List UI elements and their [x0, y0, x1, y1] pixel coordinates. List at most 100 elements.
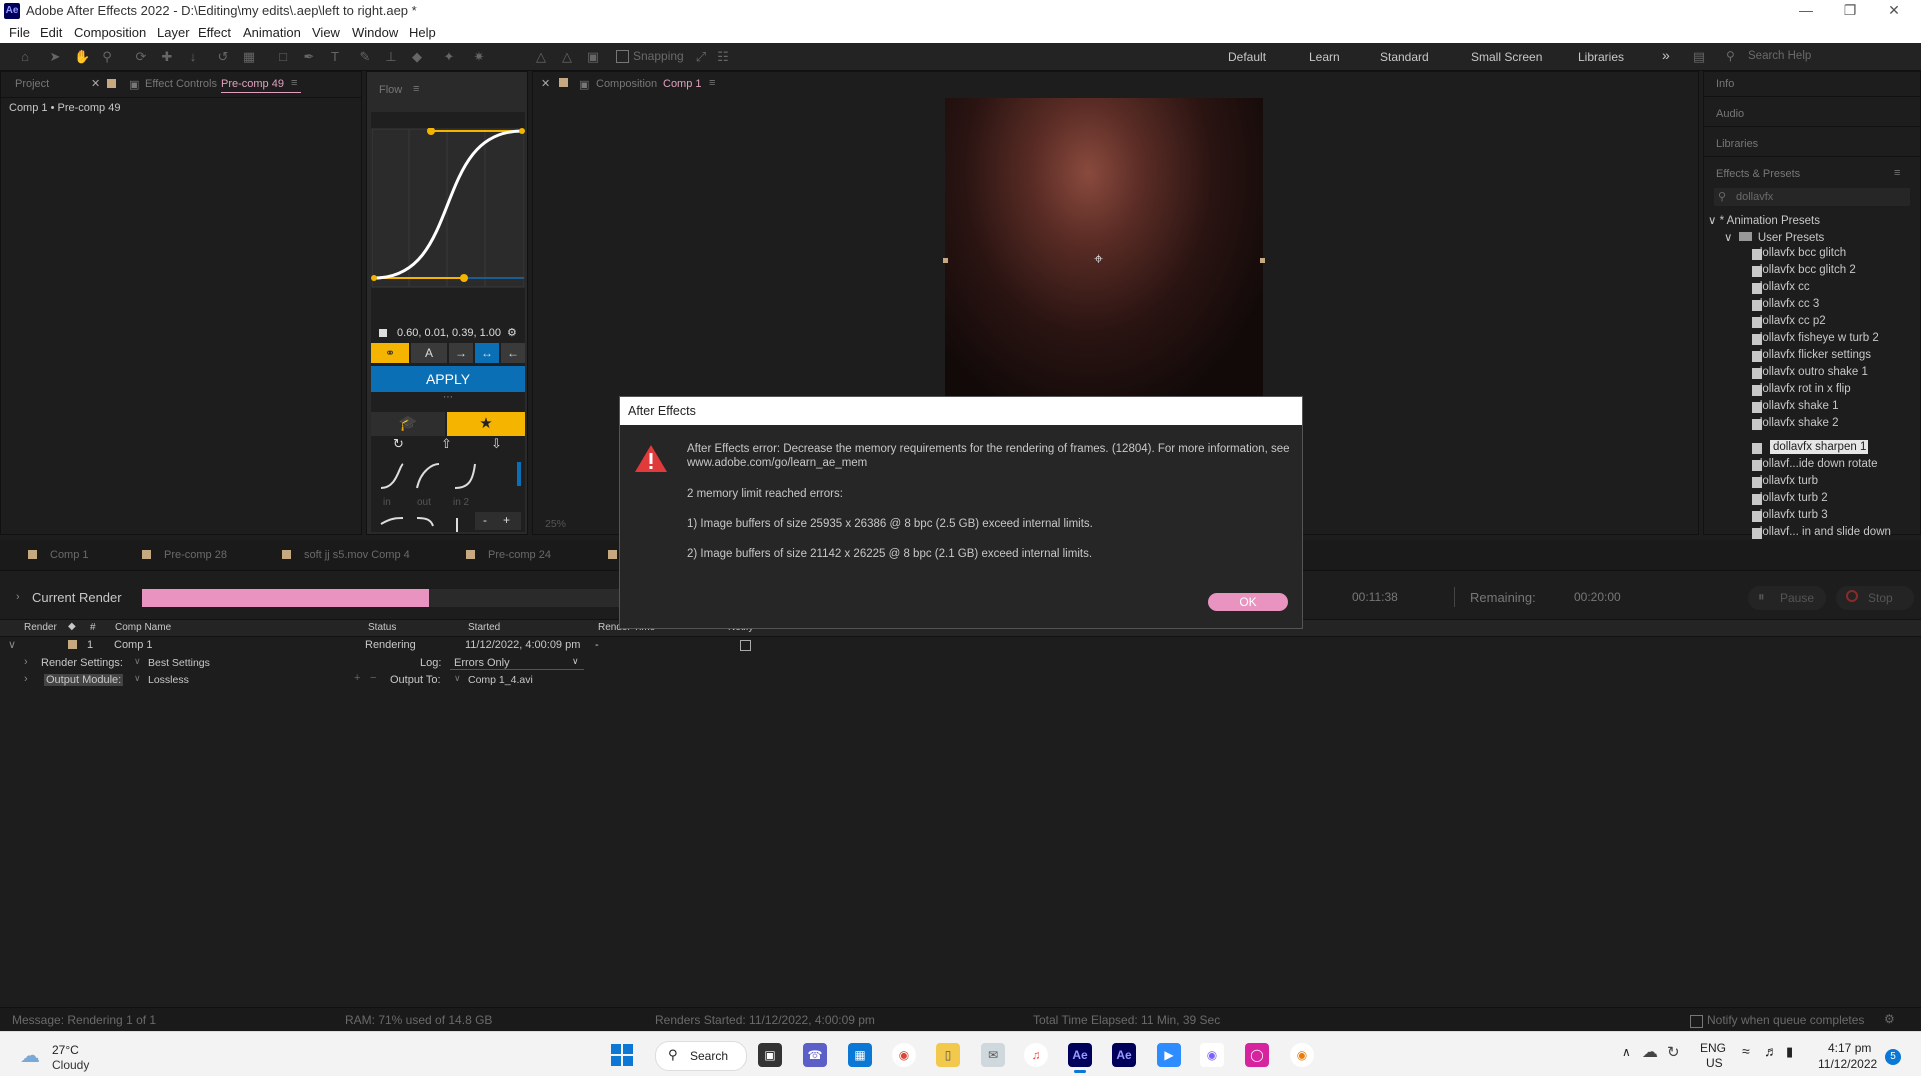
preset-item[interactable]: dollavfx rot in x flip [1756, 383, 1851, 395]
mail-icon[interactable]: ✉ [981, 1043, 1005, 1067]
store-icon[interactable]: ▦ [848, 1043, 872, 1067]
comp-menu-icon[interactable]: ≡ [709, 77, 715, 89]
menu-animation[interactable]: Animation [243, 25, 301, 40]
preset-item[interactable]: dollavf...ide down rotate [1756, 458, 1877, 470]
stop-button[interactable]: Stop [1836, 586, 1914, 610]
rotate-tool-icon[interactable]: ⟳ [134, 50, 148, 64]
file-explorer-icon[interactable]: ▯ [936, 1043, 960, 1067]
tab-comp-name[interactable]: Comp 1 [663, 78, 702, 90]
workspace-small-screen[interactable]: Small Screen [1471, 50, 1542, 64]
notify-queue-checkbox[interactable] [1690, 1015, 1703, 1028]
minimize-icon[interactable]: — [1786, 2, 1826, 18]
pen-tool-icon[interactable]: ✒ [302, 50, 316, 64]
ease-right-icon[interactable]: → [449, 343, 473, 363]
table-row[interactable]: ∨ 1 Comp 1 Rendering 11/12/2022, 4:00:09… [0, 637, 1921, 653]
tab-audio[interactable]: Audio [1716, 108, 1744, 120]
ease-left-icon[interactable]: ← [501, 343, 525, 363]
workspace-standard[interactable]: Standard [1380, 50, 1429, 64]
workspace-overflow-icon[interactable]: » [1662, 47, 1670, 63]
preset-item[interactable]: dollavfx turb 2 [1756, 492, 1828, 504]
col-render[interactable]: Render [24, 622, 57, 633]
menu-view[interactable]: View [312, 25, 340, 40]
notification-badge[interactable]: 5 [1885, 1049, 1901, 1065]
blender-icon[interactable]: ◉ [1290, 1043, 1314, 1067]
weather-desc[interactable]: Cloudy [52, 1058, 89, 1072]
dropdown-icon[interactable]: ∨ [454, 673, 461, 684]
wifi-icon[interactable]: ≈ [1742, 1043, 1750, 1059]
eraser-tool-icon[interactable]: ◆ [410, 50, 424, 64]
tab-composition[interactable]: Composition [596, 78, 657, 90]
close-icon[interactable]: ✕ [1874, 2, 1914, 19]
zoom-dropdown[interactable]: 25% [537, 516, 597, 532]
tab-info[interactable]: Info [1716, 78, 1734, 90]
tab-libraries[interactable]: Libraries [1716, 138, 1758, 150]
label-tag-icon[interactable]: ◆ [68, 621, 76, 632]
panel-menu-icon[interactable]: ≡ [291, 77, 297, 89]
workspace-layout-icon[interactable]: ▤ [1692, 50, 1706, 64]
axis-world-icon[interactable]: △ [560, 50, 574, 64]
weather-temp[interactable]: 27°C [52, 1043, 79, 1057]
menu-effect[interactable]: Effect [198, 25, 231, 40]
workspace-default[interactable]: Default [1228, 50, 1266, 64]
preset-item[interactable]: dollavf... in and slide down [1756, 526, 1891, 538]
maximize-icon[interactable]: ❐ [1830, 2, 1870, 19]
ease-both-icon[interactable]: ↔ [475, 343, 499, 363]
battery-icon[interactable]: ▮ [1786, 1044, 1793, 1060]
col-started[interactable]: Started [468, 622, 500, 633]
output-to-value[interactable]: Comp 1_4.avi [468, 674, 533, 686]
favorite-settings-icon[interactable]: ⚙ [507, 326, 517, 339]
menu-edit[interactable]: Edit [40, 25, 62, 40]
lock-icon[interactable]: ▣ [129, 78, 139, 91]
preset-item[interactable]: dollavfx fisheye w turb 2 [1756, 332, 1879, 344]
refresh-icon[interactable]: ↻ [393, 436, 404, 452]
add-output-icon[interactable]: + [354, 672, 360, 684]
comp-lock-icon[interactable]: ▣ [579, 78, 589, 91]
preset-item[interactable]: dollavfx turb [1756, 475, 1818, 487]
bottom-tab-pre-comp-24[interactable]: Pre-comp 24 [488, 549, 551, 561]
flow-menu-icon[interactable]: ≡ [413, 83, 419, 95]
col-number[interactable]: # [90, 622, 96, 633]
cloud-icon[interactable]: ☁ [20, 1043, 40, 1068]
workspace-libraries[interactable]: Libraries [1578, 50, 1624, 64]
tab-project[interactable]: Project [15, 78, 49, 90]
preset-item[interactable]: dollavfx shake 1 [1756, 400, 1838, 412]
preset-item[interactable]: dollavfx cc p2 [1756, 315, 1826, 327]
instagram-icon[interactable]: ◯ [1245, 1043, 1269, 1067]
easing-a-icon[interactable]: A [411, 343, 447, 363]
link-icon[interactable]: ⚭ [371, 343, 409, 363]
after-effects-2-icon[interactable]: Ae [1112, 1043, 1136, 1067]
transform-handle[interactable] [1260, 258, 1265, 263]
menu-window[interactable]: Window [352, 25, 398, 40]
log-select[interactable]: Errors Only ∨ [450, 655, 584, 670]
comp-tab-close-icon[interactable]: ✕ [541, 77, 550, 90]
favorites-star-icon[interactable]: ★ [447, 412, 525, 436]
upload-icon[interactable]: ⇧ [441, 436, 452, 452]
search-help-box[interactable]: ⚲ Search Help [1720, 48, 1910, 66]
preset-item[interactable]: dollavfx cc [1756, 281, 1810, 293]
preset-item[interactable]: dollavfx turb 3 [1756, 509, 1828, 521]
maps-pin-icon[interactable]: ◉ [1200, 1043, 1224, 1067]
resize-handle-icon[interactable]: ⋯ [443, 392, 453, 403]
move-tool-icon[interactable]: ✚ [160, 50, 174, 64]
notify-checkbox[interactable] [740, 640, 751, 651]
preset-item-selected[interactable]: dollavfx sharpen 1 [1773, 441, 1866, 453]
volume-icon[interactable]: ♬ [1764, 1043, 1778, 1059]
preset-item[interactable]: dollavfx cc 3 [1756, 298, 1819, 310]
language-line2[interactable]: US [1706, 1056, 1723, 1070]
menu-help[interactable]: Help [409, 25, 436, 40]
workspace-learn[interactable]: Learn [1309, 50, 1340, 64]
selection-tool-icon[interactable]: ➤ [48, 50, 62, 64]
col-status[interactable]: Status [368, 622, 396, 633]
bezier-values[interactable]: 0.60, 0.01, 0.39, 1.00 [397, 327, 501, 339]
brush-tool-icon[interactable]: ✎ [358, 50, 372, 64]
menu-file[interactable]: File [9, 25, 30, 40]
transform-handle[interactable] [943, 258, 948, 263]
tab-effect-target[interactable]: Pre-comp 49 [221, 78, 284, 90]
gear-icon[interactable]: ⚙ [1884, 1012, 1895, 1026]
tutorial-cap-icon[interactable]: 🎓 [371, 412, 445, 436]
axis-local-icon[interactable]: △ [534, 50, 548, 64]
bezier-curve-graph[interactable] [371, 128, 525, 288]
tab-close-icon[interactable]: ✕ [91, 77, 100, 90]
after-effects-icon[interactable]: Ae [1068, 1043, 1092, 1067]
preset-item[interactable]: dollavfx bcc glitch 2 [1756, 264, 1856, 276]
